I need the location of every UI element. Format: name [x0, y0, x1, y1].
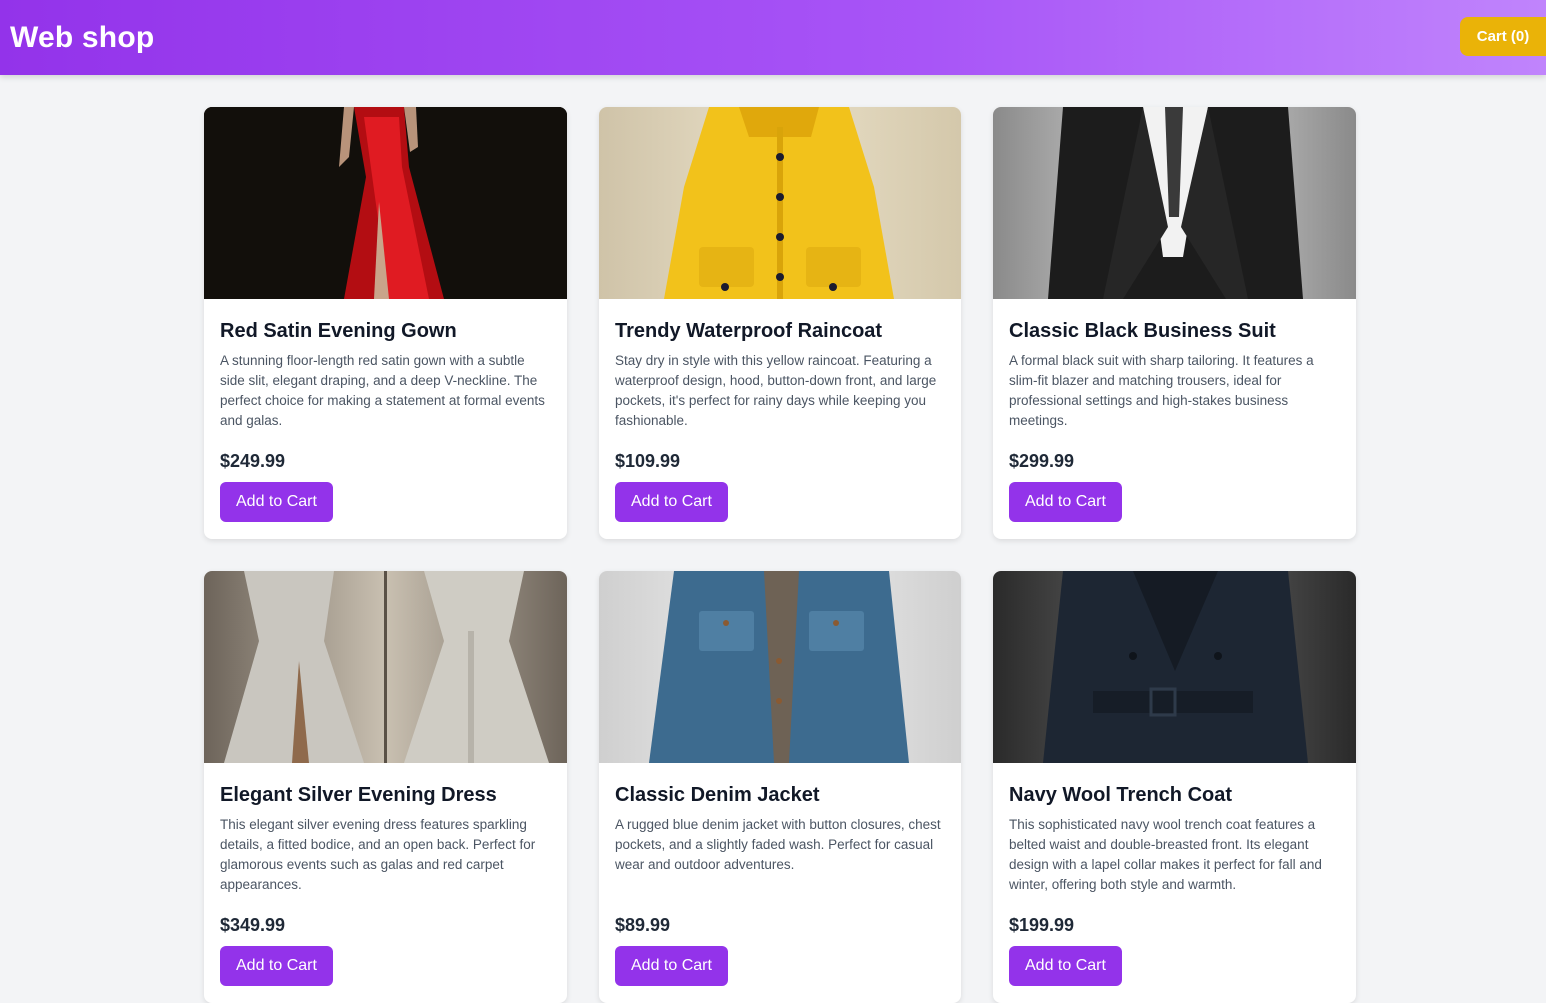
add-to-cart-button[interactable]: Add to Cart: [1009, 946, 1122, 986]
product-description: This sophisticated navy wool trench coat…: [1009, 817, 1322, 892]
product-title: Classic Black Business Suit: [1009, 320, 1276, 342]
product-card: Trendy Waterproof Raincoat Stay dry in s…: [599, 107, 961, 539]
product-price: $199.99: [1009, 915, 1075, 935]
silver-dress-image[interactable]: [204, 571, 567, 763]
product-title: Classic Denim Jacket: [615, 784, 820, 806]
add-to-cart-button[interactable]: Add to Cart: [220, 946, 333, 986]
brand-title: Web shop: [10, 20, 155, 54]
product-description: A stunning floor-length red satin gown w…: [220, 353, 545, 428]
cart-button[interactable]: Cart (0): [1460, 17, 1546, 56]
denim-jacket-image[interactable]: [599, 571, 961, 763]
yellow-raincoat-image[interactable]: [599, 107, 961, 299]
product-card: Red Satin Evening Gown A stunning floor-…: [204, 107, 567, 539]
product-title: Navy Wool Trench Coat: [1009, 784, 1233, 806]
add-to-cart-button[interactable]: Add to Cart: [1009, 482, 1122, 522]
product-grid: Red Satin Evening Gown A stunning floor-…: [204, 107, 1356, 1003]
header-bar: Web shop Cart (0): [0, 0, 1546, 75]
product-title: Red Satin Evening Gown: [220, 320, 457, 342]
product-price: $109.99: [615, 451, 681, 471]
add-to-cart-button[interactable]: Add to Cart: [615, 482, 728, 522]
product-card: Classic Denim Jacket A rugged blue denim…: [599, 571, 961, 1003]
product-price: $299.99: [1009, 451, 1075, 471]
add-to-cart-button[interactable]: Add to Cart: [615, 946, 728, 986]
product-price: $89.99: [615, 915, 671, 935]
product-description: A formal black suit with sharp tailoring…: [1009, 353, 1314, 428]
product-title: Elegant Silver Evening Dress: [220, 784, 497, 806]
black-suit-image[interactable]: [993, 107, 1356, 299]
product-card: Navy Wool Trench Coat This sophisticated…: [993, 571, 1356, 1003]
product-description: Stay dry in style with this yellow rainc…: [615, 353, 937, 428]
trench-coat-image[interactable]: [993, 571, 1356, 763]
product-title: Trendy Waterproof Raincoat: [615, 320, 883, 342]
product-card: Classic Black Business Suit A formal bla…: [993, 107, 1356, 539]
red-gown-image[interactable]: [204, 107, 567, 299]
product-price: $349.99: [220, 915, 286, 935]
product-description: A rugged blue denim jacket with button c…: [615, 817, 941, 872]
product-card: Elegant Silver Evening Dress This elegan…: [204, 571, 567, 1003]
product-description: This elegant silver evening dress featur…: [220, 817, 536, 892]
product-price: $249.99: [220, 451, 286, 471]
add-to-cart-button[interactable]: Add to Cart: [220, 482, 333, 522]
